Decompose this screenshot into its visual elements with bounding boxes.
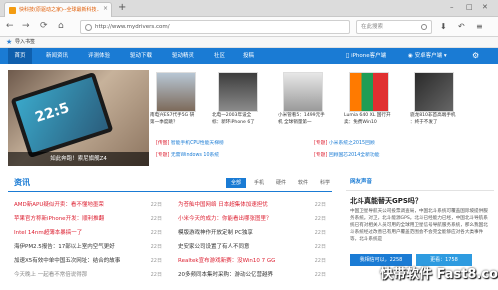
news-link[interactable]: 为苍舢中国网络 日本超集体加速担忧 bbox=[178, 201, 308, 210]
browser-toolbar: ← → ⟳ ⌂ http://www.mydrivers.com/ 在此搜索 ⬇… bbox=[0, 17, 498, 37]
android-client-label: 安卓客户端 bbox=[414, 53, 443, 59]
thumb-caption[interactable]: 骁龙810非首高端手机 ：终于不发了 bbox=[410, 113, 458, 126]
nav-item-news[interactable]: 新闻资讯 bbox=[46, 48, 68, 64]
android-client-link[interactable]: ◉ 安卓客户端 ▾ bbox=[408, 50, 447, 62]
favicon-icon bbox=[9, 7, 16, 14]
section-title: 资讯 bbox=[14, 178, 30, 187]
panel-title: 网友声音 bbox=[350, 179, 373, 185]
iphone-client-label: iPhone客户端 bbox=[346, 53, 386, 59]
small-news-text: 小米系统之2015回顾 bbox=[328, 141, 375, 146]
small-news-text: 无需Windows 10系统 bbox=[170, 153, 220, 158]
site-nav: 首页 新闻资讯 评测体验 驱动下载 驱动精灵 社区 投稿  iPhone客户端… bbox=[0, 48, 498, 64]
small-news-text: 智能手机CPU性能天梯榜 bbox=[170, 141, 224, 146]
bookmark-bar: ★ 导入书签 bbox=[0, 37, 498, 48]
news-date: 22日 bbox=[150, 230, 162, 236]
poll-question[interactable]: 北斗真能替天GPS吗？ bbox=[350, 196, 422, 206]
globe-icon bbox=[85, 24, 92, 31]
reload-icon[interactable]: ⟳ bbox=[40, 21, 48, 32]
hero-caption-bar: 如此奔跑！索尼旗舰Z4 bbox=[8, 152, 149, 166]
news-link[interactable]: 小米今天的成力：你能看出哪张图里？ bbox=[178, 215, 308, 224]
browser-tab[interactable]: 快科技(原驱动之家)--全球最新科技… × bbox=[4, 2, 112, 17]
thumb-image[interactable] bbox=[218, 72, 258, 112]
phone-screen: 22:5 bbox=[15, 76, 109, 154]
news-link[interactable]: 20多频同本集时采购：游动公亿营越界 bbox=[178, 271, 308, 280]
small-news-text: 回顾国芯2014全新功能 bbox=[328, 153, 380, 158]
small-news-tag: [专题] bbox=[314, 153, 328, 158]
section-divider bbox=[8, 191, 332, 192]
site-watermark: 快带软件 Fast8.com bbox=[380, 267, 498, 282]
close-tab-icon[interactable]: × bbox=[103, 5, 108, 13]
address-bar[interactable]: http://www.mydrivers.com/ bbox=[80, 20, 350, 34]
tab-science[interactable]: 科学 bbox=[316, 178, 334, 188]
small-news-item[interactable]: [专题] 回顾国芯2014全新功能 bbox=[314, 152, 379, 160]
search-placeholder: 在此搜索 bbox=[361, 24, 384, 30]
import-bookmarks-link[interactable]: 导入书签 bbox=[15, 38, 35, 47]
thumb-image[interactable] bbox=[414, 72, 454, 112]
hero-phone-image: 22:5 bbox=[10, 71, 114, 159]
small-news-tag: [专题] bbox=[156, 153, 170, 158]
news-date: 22日 bbox=[150, 258, 162, 264]
thumb-caption[interactable]: 北电一2003年设全 标：新环iPhone 6了 bbox=[212, 113, 260, 126]
tab-title: 快科技(原驱动之家)--全球最新科技… bbox=[19, 7, 99, 13]
news-date: 22日 bbox=[150, 202, 162, 208]
thumb-image[interactable] bbox=[156, 72, 196, 112]
small-news-tag: [专题] bbox=[314, 141, 328, 146]
close-window-icon[interactable]: ✕ bbox=[482, 2, 488, 12]
vote-more-button[interactable]: 更看：1758 bbox=[416, 254, 472, 266]
news-date: 22日 bbox=[314, 258, 326, 264]
address-url: http://www.mydrivers.com/ bbox=[95, 24, 170, 30]
news-date: 22日 bbox=[150, 272, 162, 278]
search-input[interactable]: 在此搜索 bbox=[356, 20, 432, 34]
nav-item-submit[interactable]: 投稿 bbox=[243, 48, 254, 64]
tab-phone[interactable]: 手机 bbox=[250, 178, 268, 188]
iphone-client-link[interactable]:  iPhone客户端 bbox=[346, 50, 386, 62]
small-news-item[interactable]: [专题] 小米系统之2015回顾 bbox=[314, 140, 375, 148]
history-icon[interactable]: ↶ bbox=[458, 21, 465, 32]
settings-gear-icon[interactable]: ⚙ bbox=[472, 50, 479, 62]
small-news-item[interactable]: [专题] 无需Windows 10系统 bbox=[156, 152, 219, 160]
news-date: 22日 bbox=[314, 272, 326, 278]
nav-item-drivers[interactable]: 驱动下载 bbox=[130, 48, 152, 64]
panel-divider bbox=[346, 190, 494, 191]
news-date: 22日 bbox=[314, 216, 326, 222]
thumb-image[interactable] bbox=[283, 72, 323, 112]
nav-item-reviews[interactable]: 评测体验 bbox=[88, 48, 110, 64]
tab-software[interactable]: 软件 bbox=[294, 178, 312, 188]
hero-caption[interactable]: 如此奔跑！索尼旗舰Z4 bbox=[12, 154, 145, 164]
news-date: 22日 bbox=[314, 230, 326, 236]
thumb-caption[interactable]: Lumia 640 XL 国行开卖：免费Win10 bbox=[344, 113, 392, 126]
new-tab-button[interactable]: + bbox=[118, 3, 126, 13]
tab-strip: 快科技(原驱动之家)--全球最新科技… × + – □ ✕ bbox=[0, 0, 498, 17]
back-icon[interactable]: ← bbox=[6, 21, 14, 32]
forward-icon[interactable]: → bbox=[22, 21, 30, 32]
hero-slideshow[interactable]: 22:5 如此奔跑！索尼旗舰Z4 bbox=[8, 70, 149, 166]
small-news-item[interactable]: [传图] 智能手机CPU性能天梯榜 bbox=[156, 140, 224, 148]
phone-clock: 22:5 bbox=[33, 99, 72, 126]
small-news-tag: [传图] bbox=[156, 141, 170, 146]
maximize-icon[interactable]: □ bbox=[466, 2, 473, 12]
news-date: 22日 bbox=[314, 244, 326, 250]
search-icon[interactable] bbox=[421, 24, 427, 30]
thumb-caption[interactable]: 小米管看5：1499元手机 全球销量第一 bbox=[278, 113, 326, 126]
thumb-caption[interactable]: 南电兴ES7代手5G 研第一季度跳？ bbox=[150, 113, 198, 126]
news-link[interactable]: 模版游戏神作开放定制 PC独享 bbox=[178, 229, 308, 238]
bookmark-star-icon: ★ bbox=[6, 38, 13, 46]
news-date: 22日 bbox=[314, 202, 326, 208]
menu-icon[interactable]: ≡ bbox=[476, 21, 483, 32]
thumb-image[interactable] bbox=[349, 72, 389, 112]
tab-all[interactable]: 全部 bbox=[226, 178, 246, 188]
news-link[interactable]: 史安家公司设置了有人不同意 bbox=[178, 243, 308, 252]
vote-yes-button[interactable]: 我相信可以，2258 bbox=[350, 254, 412, 266]
minimize-icon[interactable]: – bbox=[450, 2, 454, 12]
nav-item-driver-genius[interactable]: 驱动精灵 bbox=[172, 48, 194, 64]
news-link[interactable]: Realtek宣布游戏新赛：没Win10 7 GG bbox=[178, 257, 308, 266]
poll-description: 中国卫星导航天公司投票调查局，中国北斗系统可覆盖国际坡提供服务系统。对卫，北斗能… bbox=[350, 209, 488, 242]
tab-hardware[interactable]: 硬件 bbox=[272, 178, 290, 188]
home-icon[interactable]: ⌂ bbox=[58, 21, 64, 32]
download-icon[interactable]: ⬇ bbox=[440, 21, 447, 32]
nav-item-community[interactable]: 社区 bbox=[214, 48, 225, 64]
news-date: 22日 bbox=[150, 244, 162, 250]
nav-item-home[interactable]: 首页 bbox=[8, 48, 32, 64]
news-date: 22日 bbox=[150, 216, 162, 222]
